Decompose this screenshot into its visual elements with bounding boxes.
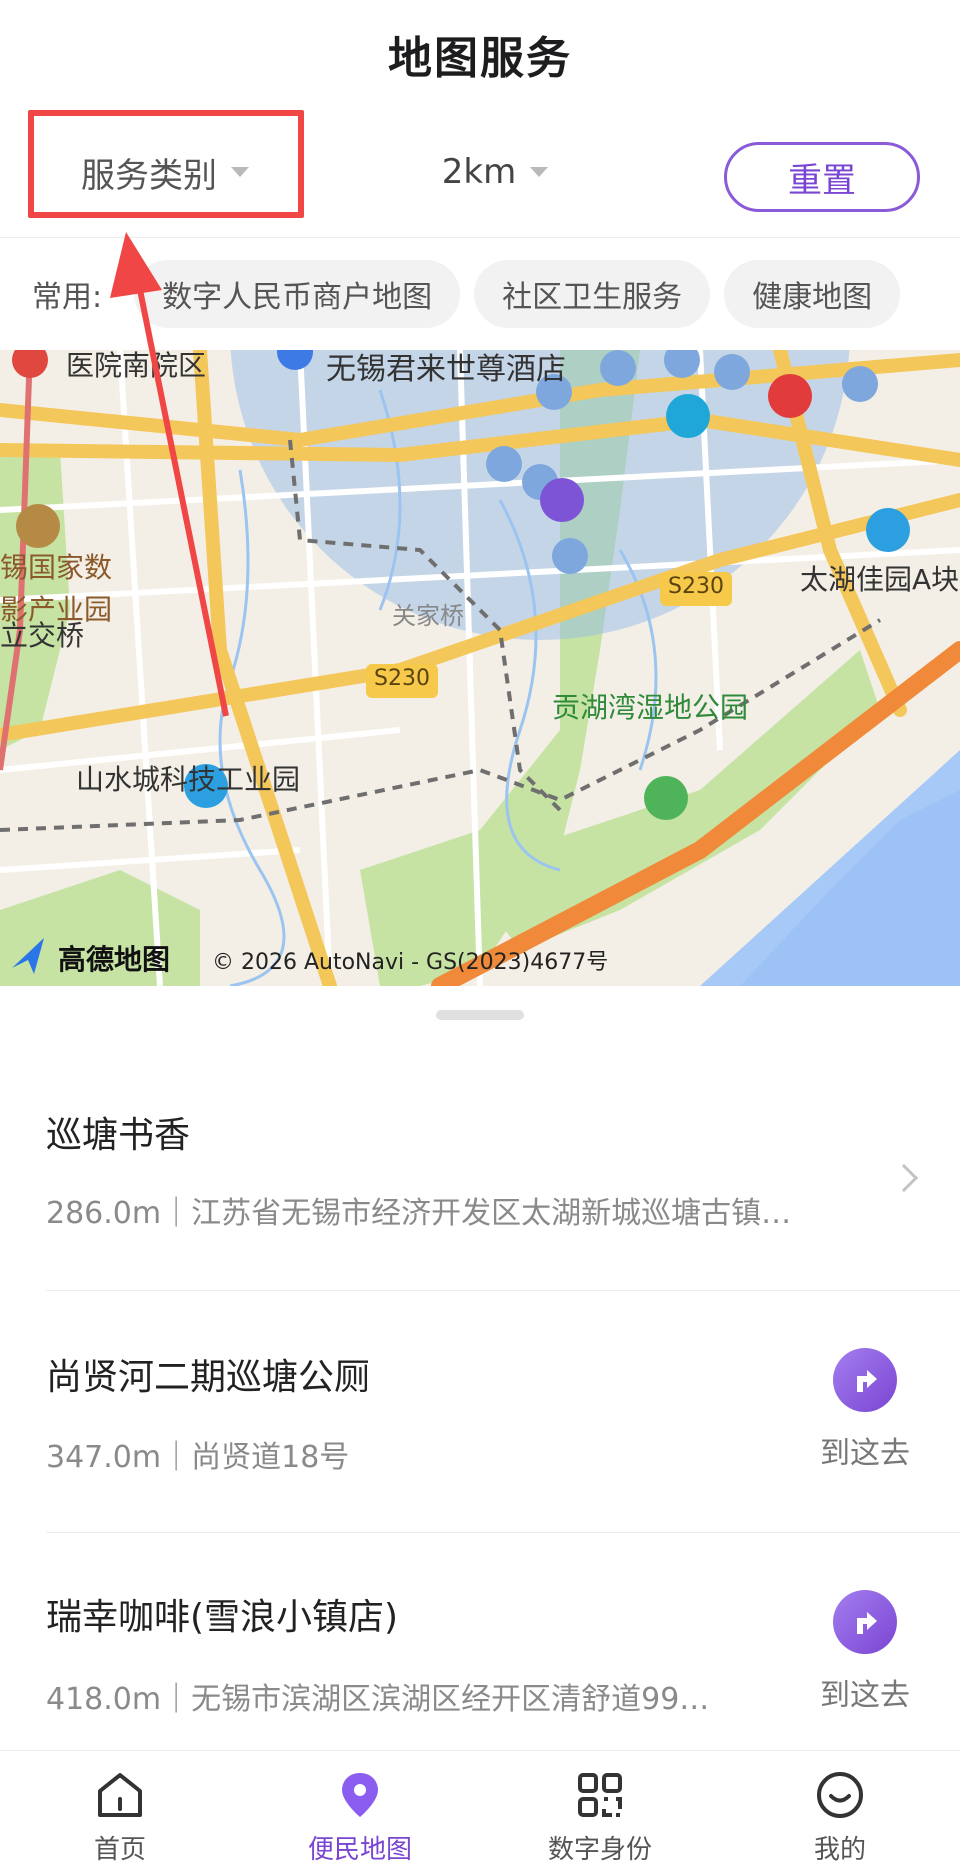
tab-home[interactable]: 首页	[0, 1751, 240, 1876]
tab-label: 我的	[813, 1835, 866, 1865]
tab-label: 数字身份	[547, 1835, 652, 1865]
home-icon	[98, 1773, 142, 1817]
tab-label: 首页	[93, 1835, 146, 1865]
map-pin-icon	[342, 1773, 378, 1817]
tab-label: 便民地图	[307, 1835, 412, 1865]
tab-digital-id[interactable]: 数字身份	[480, 1751, 720, 1876]
smile-icon	[817, 1772, 863, 1818]
bottom-tab-bar: 首页 便民地图 数字身份 我的	[0, 1750, 960, 1876]
annotation-arrow-head	[110, 232, 162, 298]
qr-code-icon	[578, 1773, 622, 1817]
tab-mine[interactable]: 我的	[720, 1751, 960, 1876]
tab-map[interactable]: 便民地图	[240, 1751, 480, 1876]
annotation-arrow-shaft	[133, 269, 229, 717]
annotation-arrow	[110, 232, 229, 717]
